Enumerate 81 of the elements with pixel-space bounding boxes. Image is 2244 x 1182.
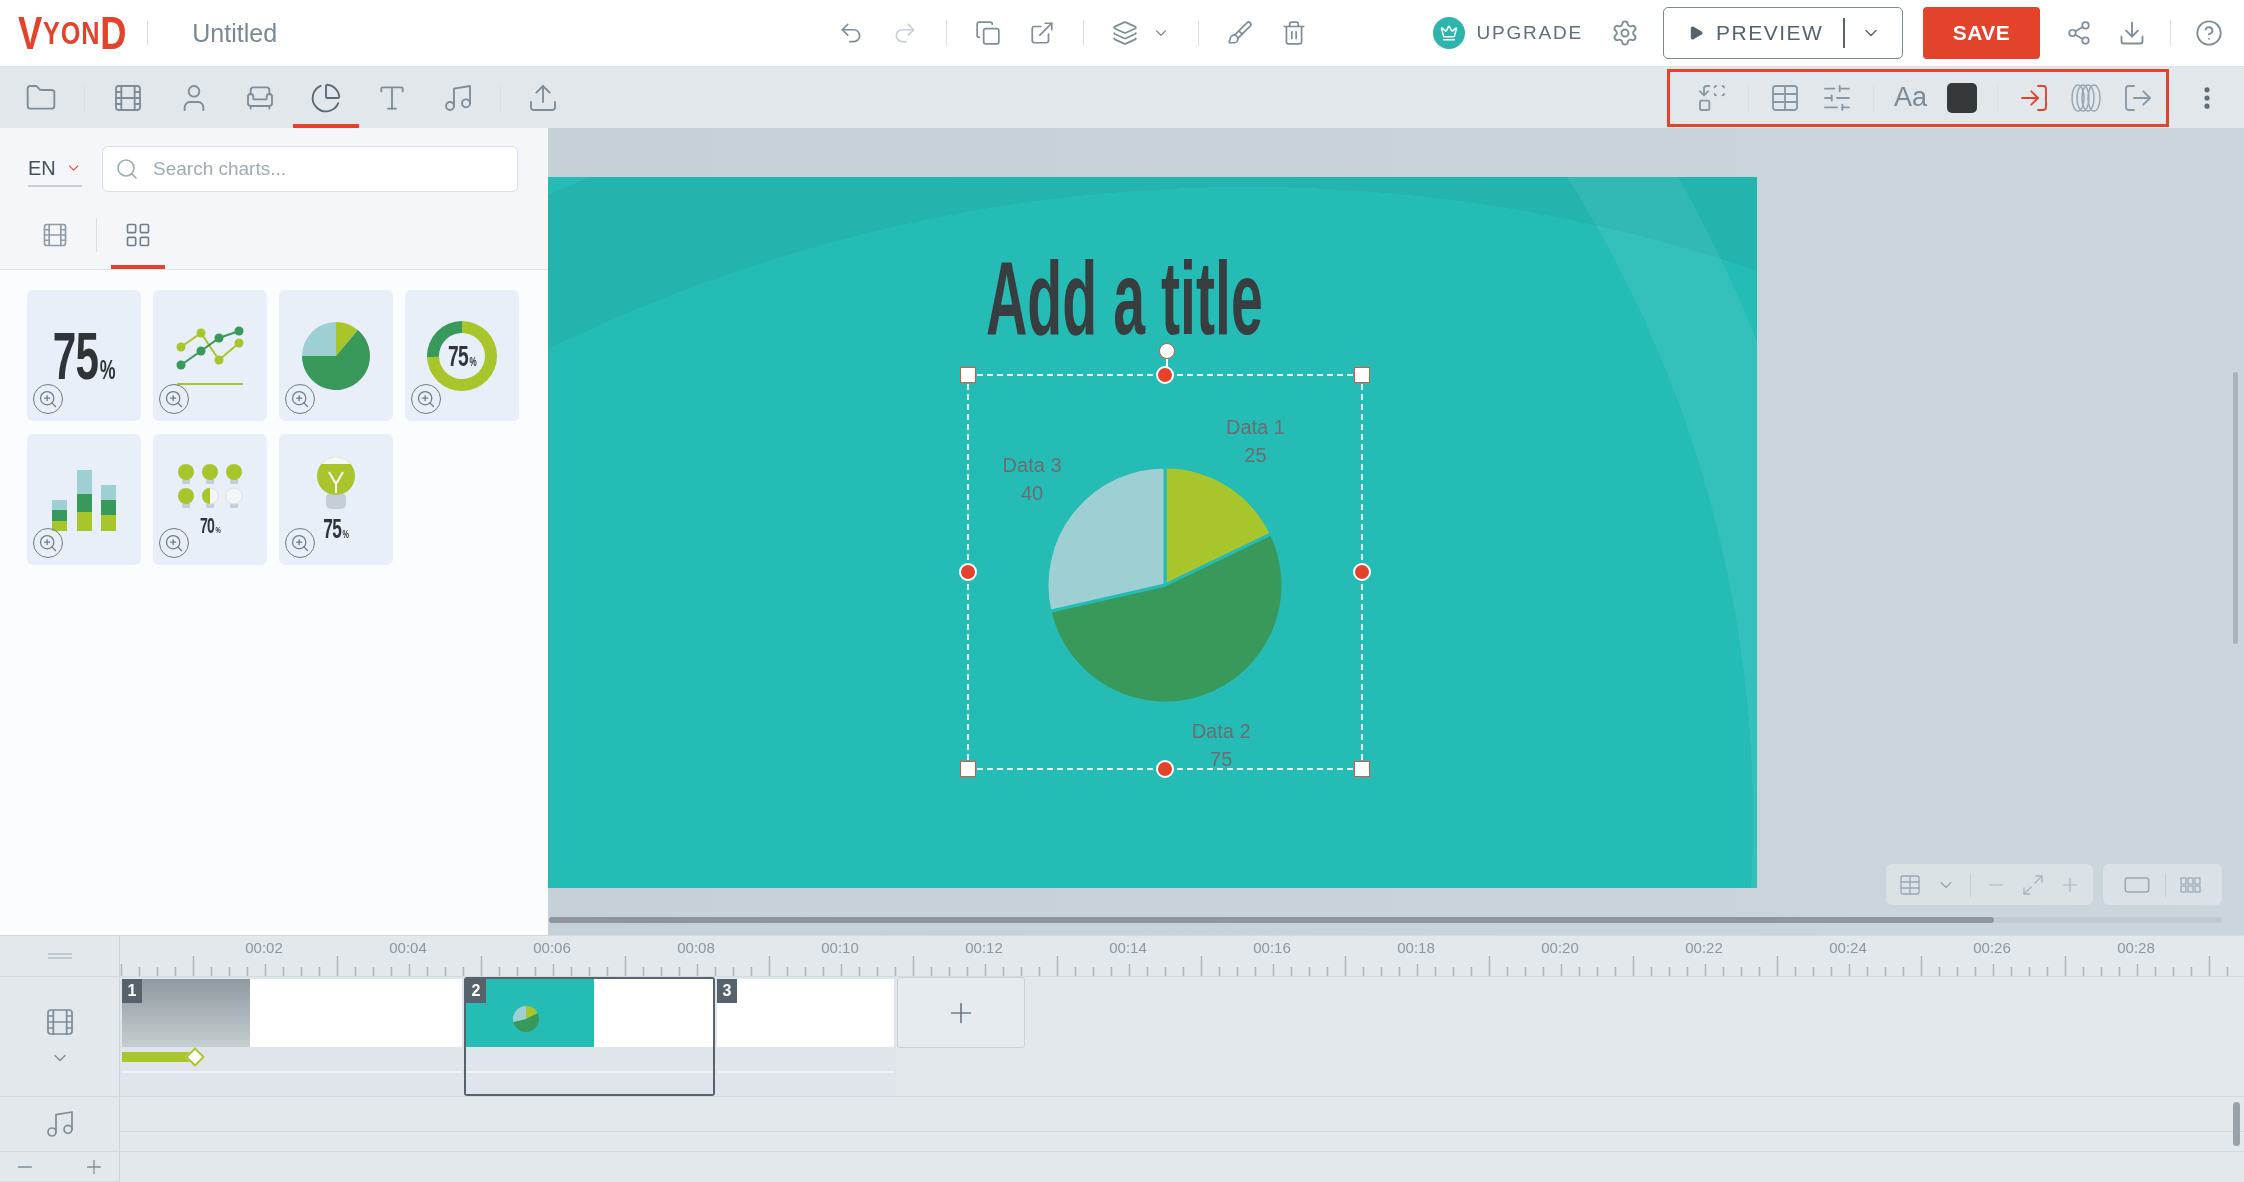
language-dropdown[interactable]: EN (28, 151, 82, 187)
category-label: Data 1 (1226, 416, 1285, 439)
scene-clip[interactable]: 2 (464, 977, 715, 1096)
settings-icon[interactable] (1611, 19, 1639, 47)
light-bulb-drawing (314, 456, 358, 512)
help-icon[interactable] (2195, 19, 2223, 47)
percent-value: 70% (199, 514, 221, 537)
scene-clip[interactable]: 3 (715, 977, 896, 1096)
brush-icon[interactable] (1227, 20, 1253, 46)
percent-value: 75% (323, 516, 349, 543)
edge-handle[interactable] (1156, 760, 1174, 779)
expand-icon[interactable] (2021, 872, 2045, 897)
time-label: 00:02 (244, 938, 284, 956)
time-label: 00:14 (1108, 938, 1148, 956)
edge-handle[interactable] (1156, 366, 1174, 385)
logo[interactable]: VYOND (18, 10, 128, 56)
preview-button[interactable]: PREVIEW (1688, 21, 1824, 45)
corner-handle[interactable] (960, 367, 976, 384)
pie-chart-drawing (301, 320, 371, 391)
time-label: 00:22 (1684, 938, 1724, 956)
play-icon (1688, 25, 1704, 41)
copy-icon[interactable] (975, 20, 1001, 46)
download-icon[interactable] (2118, 19, 2146, 47)
chart-template-tile[interactable] (279, 290, 393, 421)
donut-chart-drawing (427, 320, 497, 391)
chart-template-tile[interactable]: 70% (153, 434, 267, 565)
share-icon[interactable] (2066, 20, 2092, 46)
corner-handle[interactable] (1354, 367, 1370, 384)
table-icon[interactable] (1898, 872, 1922, 897)
percent-value: 75% (447, 340, 477, 371)
video-title[interactable]: Untitled (192, 18, 278, 48)
time-label: 00:04 (388, 938, 428, 956)
drag-handle-icon[interactable] (47, 953, 72, 959)
time-label: 00:06 (532, 938, 572, 956)
scrollbar-thumb[interactable] (2233, 372, 2238, 644)
layers-icon[interactable] (1112, 20, 1138, 46)
category-label: Data 2 (1191, 720, 1251, 743)
search-field[interactable]: Search charts... (102, 146, 518, 192)
category-label: Data 3 (1002, 454, 1062, 477)
time-label: 00:08 (676, 938, 716, 956)
time-label: 00:26 (1972, 938, 2012, 956)
time-label: 00:20 (1540, 938, 1580, 956)
trash-icon[interactable] (1281, 20, 1307, 46)
external-link-icon[interactable] (1029, 20, 1055, 46)
time-label: 00:28 (2116, 938, 2156, 956)
chart-template-tile[interactable] (153, 290, 267, 421)
time-label: 00:10 (820, 938, 860, 956)
pie-chart-icon (310, 81, 342, 114)
scene-clip[interactable]: 1 (120, 977, 464, 1096)
search-icon (115, 157, 139, 181)
time-label: 00:24 (1828, 938, 1868, 956)
grid-icon[interactable] (2180, 876, 2202, 893)
value-label: 40 (1020, 482, 1044, 505)
time-label: 00:16 (1252, 938, 1292, 956)
scene-number: 3 (717, 979, 737, 1003)
value-label: 25 (1244, 444, 1267, 467)
scene-title[interactable]: Add a title (986, 258, 1263, 341)
edge-handle[interactable] (1353, 563, 1371, 582)
rings-icon[interactable] (2070, 82, 2102, 113)
scene-number: 1 (122, 979, 142, 1003)
chart-template-tile[interactable]: 75% (27, 290, 141, 421)
upgrade-button[interactable]: UPGRADE (1433, 17, 1583, 49)
save-button[interactable]: SAVE (1923, 7, 2040, 59)
scrollbar-thumb[interactable] (2233, 1102, 2240, 1146)
chart-template-tile[interactable]: 75% (279, 434, 393, 565)
light-bulbs-drawing (177, 462, 243, 509)
chart-template-tile[interactable]: 75% (405, 290, 519, 421)
value-label: 75 (1210, 748, 1233, 771)
color-swatch-icon[interactable] (1947, 82, 1977, 113)
time-label: 00:12 (964, 938, 1004, 956)
time-label: 00:18 (1396, 938, 1436, 956)
percent-value: 75% (52, 322, 116, 389)
edge-handle[interactable] (959, 563, 977, 582)
line-chart-drawing (175, 325, 245, 386)
crown-icon (1433, 17, 1466, 49)
chart-template-tile[interactable] (27, 434, 141, 565)
corner-handle[interactable] (960, 761, 976, 778)
corner-handle[interactable] (1354, 761, 1370, 778)
scene-number: 2 (466, 979, 486, 1003)
stacked-bar-chart-drawing (51, 468, 117, 531)
rotate-handle[interactable] (1159, 343, 1175, 368)
